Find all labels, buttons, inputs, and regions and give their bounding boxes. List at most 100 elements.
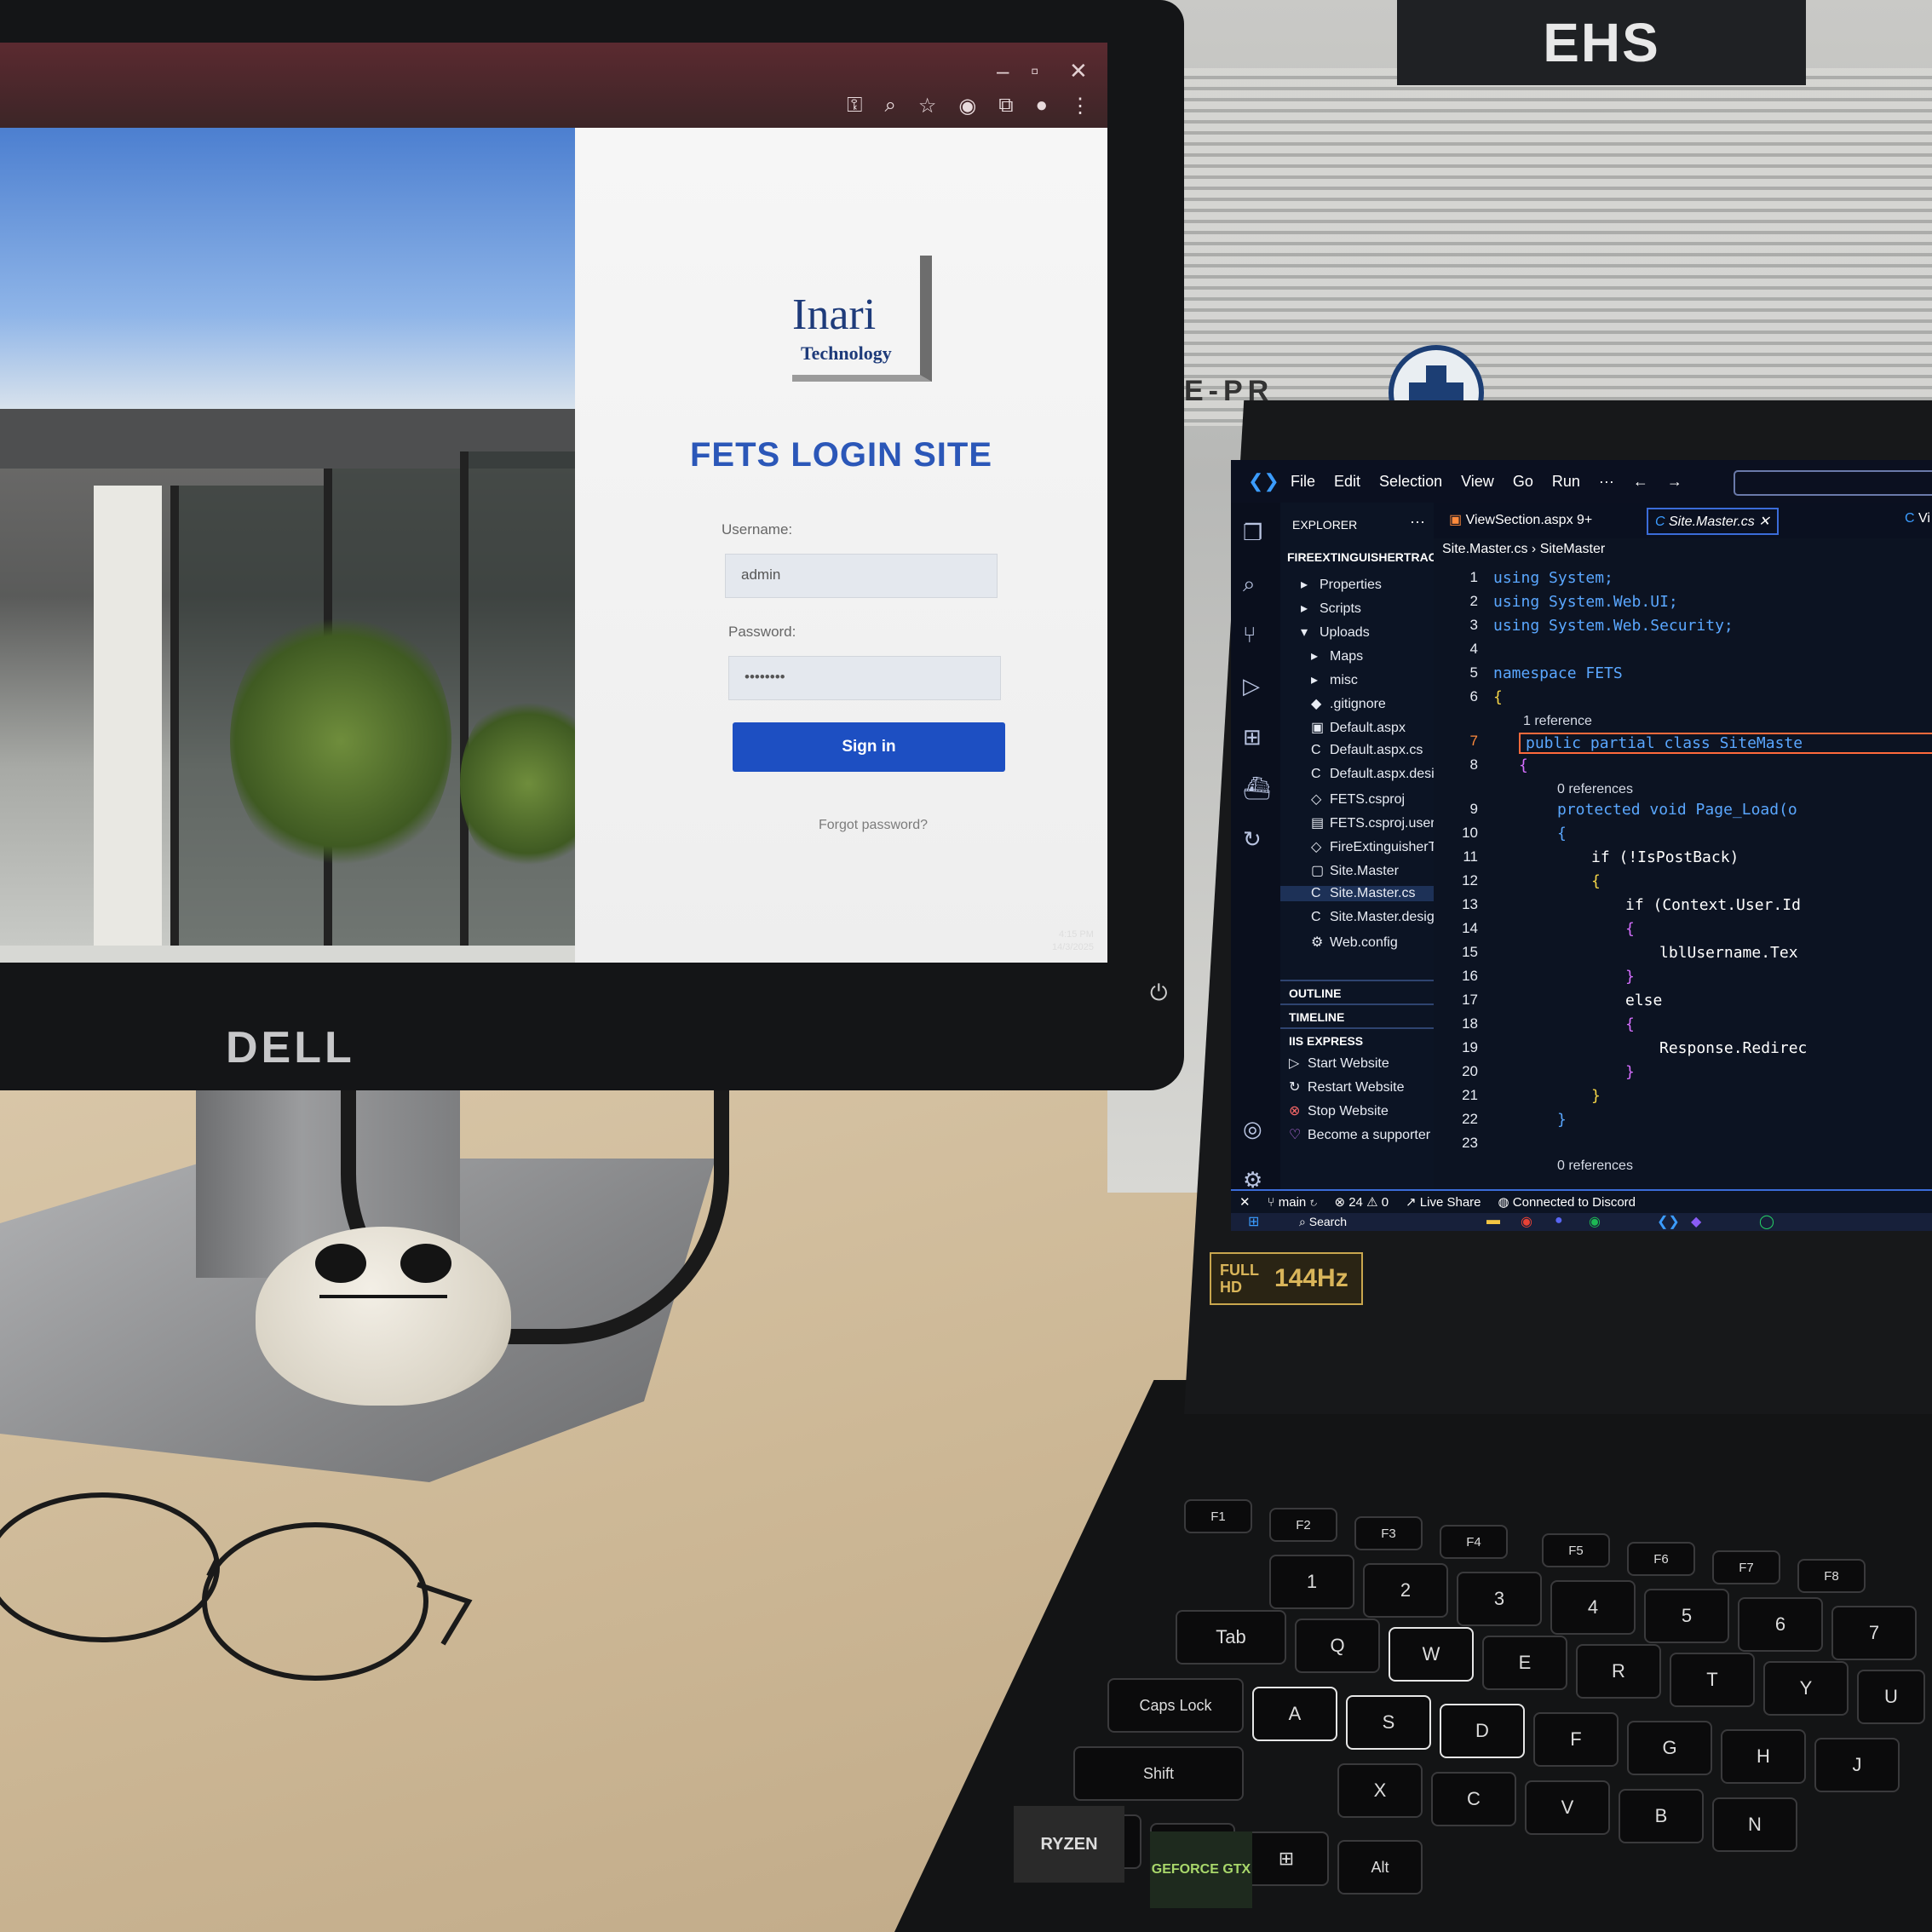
- live-share-icon[interactable]: ↻: [1243, 826, 1262, 853]
- code-line[interactable]: public partial class SiteMaste: [1519, 733, 1932, 754]
- code-line[interactable]: namespace FETS: [1493, 664, 1623, 682]
- key-v[interactable]: V: [1525, 1780, 1610, 1835]
- key-caps-lock[interactable]: Caps Lock: [1107, 1678, 1244, 1733]
- code-line[interactable]: {: [1493, 688, 1503, 706]
- tree-item-gitignore[interactable]: ◆ .gitignore: [1311, 695, 1386, 712]
- extensions-icon[interactable]: ⊞: [1243, 724, 1262, 750]
- tree-item-site-master-cs[interactable]: C Site.Master.cs: [1280, 886, 1434, 901]
- code-line[interactable]: }: [1625, 1063, 1635, 1081]
- code-line[interactable]: if (Context.User.Id: [1625, 896, 1801, 914]
- tree-item-uploads[interactable]: ▾ Uploads: [1301, 624, 1370, 641]
- key-6[interactable]: 6: [1738, 1597, 1823, 1652]
- key-f6[interactable]: F6: [1627, 1542, 1695, 1576]
- key-f7[interactable]: F7: [1712, 1550, 1780, 1584]
- more-actions-icon[interactable]: ···: [1410, 513, 1425, 531]
- code-line[interactable]: }: [1591, 1087, 1601, 1105]
- start-website-action[interactable]: ▷ Start Website: [1289, 1055, 1389, 1072]
- outline-section[interactable]: OUTLINE: [1280, 980, 1434, 1002]
- key-t[interactable]: T: [1670, 1653, 1755, 1707]
- key-c[interactable]: C: [1431, 1772, 1516, 1826]
- key-tab[interactable]: Tab: [1176, 1610, 1286, 1665]
- menu-run[interactable]: Run: [1552, 473, 1580, 491]
- tree-item-site-master-designer[interactable]: C Site.Master.desig...: [1311, 910, 1446, 925]
- codelens-references[interactable]: 1 reference: [1523, 714, 1592, 729]
- tree-item-scripts[interactable]: ▸ Scripts: [1301, 600, 1361, 617]
- key-f2[interactable]: F2: [1269, 1508, 1337, 1542]
- discord-status[interactable]: ◍ Connected to Discord: [1498, 1194, 1636, 1210]
- key-x[interactable]: X: [1337, 1763, 1423, 1818]
- code-line[interactable]: else: [1625, 992, 1662, 1009]
- tree-item-misc[interactable]: ▸ misc: [1311, 671, 1358, 688]
- key-f5[interactable]: F5: [1542, 1533, 1610, 1567]
- minimize-button[interactable]: –: [997, 58, 1009, 84]
- iis-express-section[interactable]: IIS EXPRESS: [1280, 1027, 1434, 1049]
- run-debug-icon[interactable]: ▷: [1243, 673, 1260, 699]
- code-line[interactable]: {: [1625, 920, 1635, 938]
- search-icon[interactable]: ⌕: [1243, 571, 1256, 598]
- windows-start-icon[interactable]: ⊞: [1248, 1213, 1259, 1230]
- key-1[interactable]: 1: [1269, 1555, 1354, 1609]
- password-field[interactable]: ••••••••: [728, 656, 1001, 700]
- code-line[interactable]: {: [1625, 1015, 1635, 1033]
- menu-more[interactable]: ···: [1599, 473, 1614, 491]
- extension-icon[interactable]: ◉: [958, 94, 976, 118]
- key-5[interactable]: 5: [1644, 1589, 1729, 1643]
- tree-item-default-aspx-cs[interactable]: C Default.aspx.cs: [1311, 743, 1423, 758]
- tree-item-fets-csproj[interactable]: ◇ FETS.csproj: [1311, 791, 1405, 808]
- docker-icon[interactable]: ⛴: [1243, 775, 1271, 802]
- code-line[interactable]: if (!IsPostBack): [1591, 848, 1739, 866]
- tree-item-web-config[interactable]: ⚙ Web.config: [1311, 934, 1398, 951]
- key-f1[interactable]: F1: [1184, 1499, 1252, 1533]
- tree-item-default-designer[interactable]: C Default.aspx.desi...: [1311, 767, 1446, 782]
- tree-item-default-aspx[interactable]: ▣ Default.aspx: [1311, 719, 1406, 736]
- source-control-icon[interactable]: ⑂: [1243, 622, 1256, 648]
- key-r[interactable]: R: [1576, 1644, 1661, 1699]
- key-f[interactable]: F: [1533, 1712, 1619, 1767]
- branch-indicator[interactable]: ⑂ main ↻: [1268, 1195, 1318, 1210]
- discord-icon[interactable]: ●: [1555, 1213, 1563, 1228]
- tree-item-fireextinguisher[interactable]: ◇ FireExtinguisherTr...: [1311, 838, 1452, 855]
- visual-studio-icon[interactable]: ◆: [1691, 1213, 1701, 1230]
- codelens-references[interactable]: 0 references: [1557, 1159, 1633, 1174]
- key-7[interactable]: 7: [1831, 1606, 1917, 1660]
- key-n[interactable]: N: [1712, 1797, 1797, 1852]
- key-2[interactable]: 2: [1363, 1563, 1448, 1618]
- tab-viewsection[interactable]: ▣ ViewSection.aspx 9+: [1442, 508, 1599, 535]
- key-w[interactable]: W: [1389, 1627, 1474, 1682]
- key-h[interactable]: H: [1721, 1729, 1806, 1784]
- taskbar-search[interactable]: ⌕ Search: [1299, 1215, 1347, 1229]
- key-alt[interactable]: Alt: [1337, 1840, 1423, 1895]
- key-g[interactable]: G: [1627, 1721, 1712, 1775]
- code-line[interactable]: protected void Page_Load(o: [1557, 801, 1797, 819]
- menu-file[interactable]: File: [1291, 473, 1315, 491]
- become-supporter-action[interactable]: ♡ Become a supporter: [1289, 1126, 1430, 1143]
- spotify-icon[interactable]: ◉: [1589, 1213, 1601, 1230]
- tree-item-csproj-user[interactable]: ▤ FETS.csproj.user: [1311, 814, 1435, 831]
- code-line[interactable]: {: [1519, 756, 1528, 774]
- stop-website-action[interactable]: ⊗ Stop Website: [1289, 1102, 1389, 1119]
- profile-icon[interactable]: ●: [1036, 94, 1049, 118]
- timeline-section[interactable]: TIMELINE: [1280, 1003, 1434, 1026]
- puzzle-icon[interactable]: ⧉: [998, 94, 1013, 118]
- key-d[interactable]: D: [1440, 1704, 1525, 1758]
- key-4[interactable]: 4: [1550, 1580, 1636, 1635]
- power-icon[interactable]: ⏻: [1150, 980, 1168, 1007]
- menu-go[interactable]: Go: [1513, 473, 1533, 491]
- close-button[interactable]: ✕: [1069, 58, 1088, 84]
- accounts-icon[interactable]: ◎: [1243, 1116, 1262, 1142]
- key-3[interactable]: 3: [1457, 1572, 1542, 1626]
- forgot-password-link[interactable]: Forgot password?: [575, 818, 1107, 833]
- back-arrow-icon[interactable]: ←: [1633, 473, 1648, 491]
- code-line[interactable]: }: [1557, 1111, 1567, 1129]
- key-a[interactable]: A: [1252, 1687, 1337, 1741]
- restart-website-action[interactable]: ↻ Restart Website: [1289, 1078, 1405, 1095]
- tab-site-master-cs[interactable]: C Site.Master.cs ✕: [1647, 508, 1779, 535]
- command-search-box[interactable]: [1734, 470, 1932, 496]
- key-s[interactable]: S: [1346, 1695, 1431, 1750]
- key-j[interactable]: J: [1814, 1738, 1900, 1792]
- code-line[interactable]: lblUsername.Tex: [1659, 944, 1798, 962]
- key-b[interactable]: B: [1619, 1789, 1704, 1843]
- whatsapp-icon[interactable]: ◯: [1759, 1213, 1774, 1230]
- breadcrumb-file[interactable]: Site.Master.cs: [1442, 542, 1527, 556]
- key-y[interactable]: Y: [1763, 1661, 1849, 1716]
